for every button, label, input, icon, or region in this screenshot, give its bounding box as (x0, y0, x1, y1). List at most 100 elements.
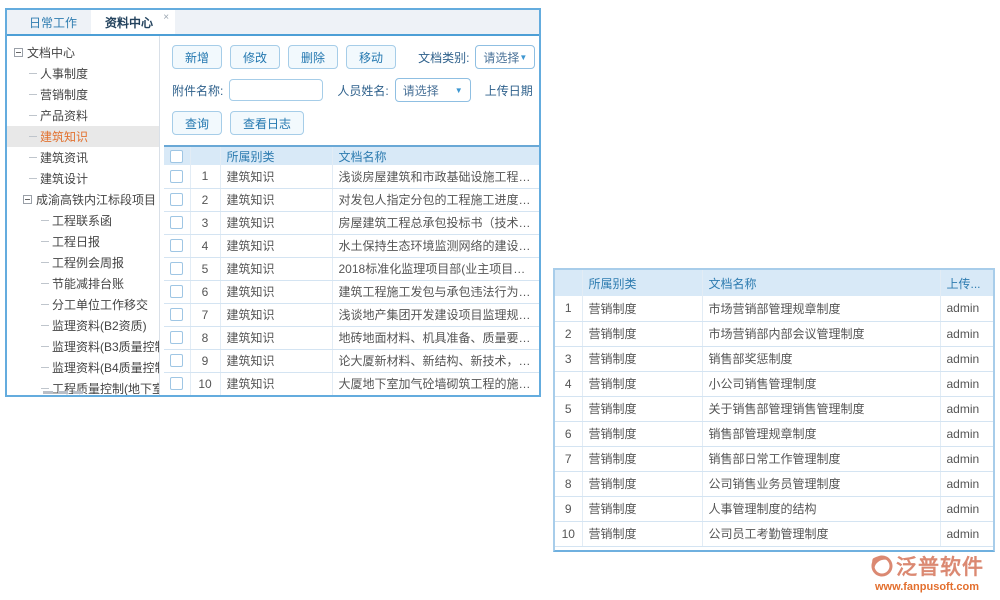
document-center-window: 日常工作 资料中心 × 文档中心 人事制度 营销制度 产品资料 (5, 8, 541, 397)
row-doc-name[interactable]: 浅谈地产集团开发建设项目监理规划编制要 (332, 303, 539, 326)
tree-item-marketing[interactable]: 营销制度 (7, 84, 159, 105)
tree-item-product[interactable]: 产品资料 (7, 105, 159, 126)
tree-item-energy-ledger[interactable]: 节能减排台账 (7, 273, 159, 294)
row-doc-name[interactable]: 地砖地面材料、机具准备、质量要求及施工 (332, 326, 539, 349)
row-doc-name[interactable]: 销售部奖惩制度 (702, 346, 940, 371)
tree-item-supervision-b2[interactable]: 监理资料(B2资质) (7, 315, 159, 336)
tree-item-building-design[interactable]: 建筑设计 (7, 168, 159, 189)
row-checkbox[interactable] (170, 262, 183, 275)
row-doc-name[interactable]: 房屋建筑工程总承包投标书（技术标）文件 (332, 211, 539, 234)
row-category: 营销制度 (582, 496, 702, 521)
row-doc-name[interactable]: 销售部管理规章制度 (702, 421, 940, 446)
tree-item-building-news[interactable]: 建筑资讯 (7, 147, 159, 168)
tab-daily-work[interactable]: 日常工作 (15, 10, 91, 34)
row-checkbox[interactable] (170, 377, 183, 390)
uploader-header: 上传... (940, 270, 993, 296)
row-doc-name[interactable]: 市场营销部内部会议管理制度 (702, 321, 940, 346)
chevron-down-icon: ▼ (519, 53, 527, 62)
tree-item-personnel[interactable]: 人事制度 (7, 63, 159, 84)
row-category: 营销制度 (582, 321, 702, 346)
row-doc-name[interactable]: 公司销售业务员管理制度 (702, 471, 940, 496)
row-checkbox[interactable] (170, 239, 183, 252)
table-row: 3 营销制度 销售部奖惩制度 admin (555, 346, 993, 371)
tree-item-quality-basement[interactable]: 工程质量控制(地下室) (7, 378, 159, 395)
tree-item-label: 分工单位工作移交 (52, 296, 148, 313)
row-doc-name[interactable]: 小公司销售管理制度 (702, 371, 940, 396)
tree-line (29, 73, 37, 74)
row-uploader: admin (940, 371, 993, 396)
attachment-name-input[interactable] (229, 79, 323, 101)
row-doc-name[interactable]: 浅谈房屋建筑和市政基础设施工程施工管理 (332, 165, 539, 188)
row-doc-name[interactable]: 大厦地下室加气砼墙砌筑工程的施工方案设 (332, 372, 539, 395)
row-uploader: admin (940, 521, 993, 546)
row-doc-name[interactable]: 人事管理制度的结构 (702, 496, 940, 521)
doc-type-label: 文档类别: (418, 49, 469, 66)
table-row: 3 建筑知识 房屋建筑工程总承包投标书（技术标）文件 (164, 211, 539, 234)
row-doc-name[interactable]: 市场营销部管理规章制度 (702, 296, 940, 321)
move-button[interactable]: 移动 (346, 45, 396, 69)
row-number-header (190, 146, 220, 165)
tree-line (41, 304, 49, 305)
table-row: 1 营销制度 市场营销部管理规章制度 admin (555, 296, 993, 321)
table-row: 2 建筑知识 对发包人指定分包的工程施工进度安排计划 (164, 188, 539, 211)
add-button[interactable]: 新增 (172, 45, 222, 69)
doc-type-select[interactable]: 请选择 ▼ (475, 45, 535, 69)
tree-root-document-center[interactable]: 文档中心 (7, 42, 159, 63)
row-uploader: admin (940, 296, 993, 321)
collapse-icon[interactable] (23, 195, 32, 204)
row-checkbox[interactable] (170, 193, 183, 206)
row-doc-name[interactable]: 对发包人指定分包的工程施工进度安排计划 (332, 188, 539, 211)
select-all-checkbox[interactable] (170, 150, 183, 163)
delete-button[interactable]: 删除 (288, 45, 338, 69)
tree-item-contact-letter[interactable]: 工程联系函 (7, 210, 159, 231)
table-row: 9 营销制度 人事管理制度的结构 admin (555, 496, 993, 521)
row-checkbox[interactable] (170, 285, 183, 298)
tree-item-clipped (43, 391, 83, 394)
tree-item-supervision-b4[interactable]: 监理资料(B4质量控制) (7, 357, 159, 378)
tab-data-center[interactable]: 资料中心 × (91, 10, 175, 34)
tree-root-project[interactable]: 成渝高铁内江标段项目 (7, 189, 159, 210)
tree-item-supervision-b3[interactable]: 监理资料(B3质量控制) (7, 336, 159, 357)
row-category: 建筑知识 (220, 234, 332, 257)
row-doc-name[interactable]: 销售部日常工作管理制度 (702, 446, 940, 471)
collapse-icon[interactable] (14, 48, 23, 57)
toolbar-row-3: 查询 查看日志 (172, 111, 539, 135)
tree-item-label: 营销制度 (40, 86, 88, 103)
table-row: 5 建筑知识 2018标准化监理项目部(业主项目部)人员管理 (164, 257, 539, 280)
document-tree-sidebar: 文档中心 人事制度 营销制度 产品资料 建筑知识 建筑资讯 (7, 36, 160, 395)
query-button[interactable]: 查询 (172, 111, 222, 135)
tree-item-daily-report[interactable]: 工程日报 (7, 231, 159, 252)
row-category: 建筑知识 (220, 165, 332, 188)
row-doc-name[interactable]: 论大厦新材料、新结构、新技术，新工艺应 (332, 349, 539, 372)
tree-item-building-knowledge[interactable]: 建筑知识 (7, 126, 159, 147)
row-doc-name[interactable]: 公司员工考勤管理制度 (702, 521, 940, 546)
tree-line (29, 115, 37, 116)
person-name-select[interactable]: 请选择 ▼ (395, 78, 471, 102)
row-checkbox[interactable] (170, 308, 183, 321)
table-row: 10 营销制度 公司员工考勤管理制度 admin (555, 521, 993, 546)
row-checkbox[interactable] (170, 170, 183, 183)
row-uploader: admin (940, 421, 993, 446)
edit-button[interactable]: 修改 (230, 45, 280, 69)
brand-url[interactable]: www.fanpusoft.com (858, 581, 996, 593)
tree-line (41, 262, 49, 263)
close-icon[interactable]: × (163, 12, 169, 23)
tree-item-work-transfer[interactable]: 分工单位工作移交 (7, 294, 159, 315)
tree-item-label: 工程联系函 (52, 212, 112, 229)
tree-item-label: 节能减排台账 (52, 275, 124, 292)
row-checkbox[interactable] (170, 354, 183, 367)
row-doc-name[interactable]: 关于销售部管理销售管理制度 (702, 396, 940, 421)
row-doc-name[interactable]: 建筑工程施工发包与承包违法行为认定办法 (332, 280, 539, 303)
row-checkbox[interactable] (170, 216, 183, 229)
row-number: 2 (190, 188, 220, 211)
row-checkbox[interactable] (170, 331, 183, 344)
row-number: 6 (555, 421, 582, 446)
tree-item-weekly-meeting[interactable]: 工程例会周报 (7, 252, 159, 273)
row-doc-name[interactable]: 水土保持生态环境监测网络的建设与资料管 (332, 234, 539, 257)
tree-line (41, 220, 49, 221)
doc-name-header: 文档名称 (332, 146, 539, 165)
person-name-value: 请选择 (403, 82, 439, 99)
table-row: 9 建筑知识 论大厦新材料、新结构、新技术，新工艺应 (164, 349, 539, 372)
view-log-button[interactable]: 查看日志 (230, 111, 304, 135)
row-doc-name[interactable]: 2018标准化监理项目部(业主项目部)人员管理 (332, 257, 539, 280)
